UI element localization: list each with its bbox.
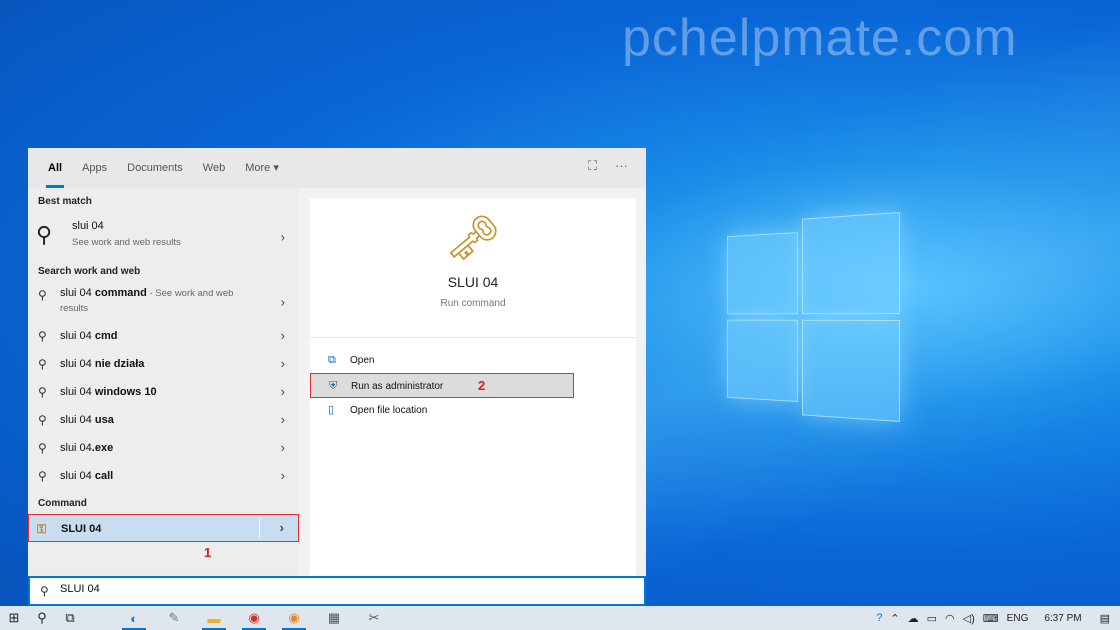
keyboard-icon[interactable]: ⌨ [983, 612, 999, 625]
chevron-right-icon[interactable]: › [281, 350, 285, 378]
chrome-icon[interactable]: ◉ [234, 606, 274, 630]
chrome-canary-icon[interactable]: ◉ [274, 606, 314, 630]
chevron-right-icon[interactable]: › [281, 406, 285, 434]
chevron-right-icon[interactable]: › [281, 462, 285, 490]
search-icon: ⚲ [38, 288, 47, 302]
search-icon: ⚲ [38, 329, 47, 343]
language-indicator[interactable]: ENG [1007, 613, 1029, 624]
app-subtitle: Run command [440, 298, 506, 309]
task-view-icon[interactable]: ⧉ [56, 606, 84, 630]
list-item[interactable]: ⚲ slui 04.exe › [28, 434, 299, 462]
more-options-icon[interactable]: ··· [615, 158, 628, 174]
search-icon: ⚲ [38, 357, 47, 371]
search-icon: ⚲ [38, 441, 47, 455]
start-search-panel: All Apps Documents Web More ▾ ⛶ ··· Best… [28, 148, 646, 576]
preview-pane: 🗝 SLUI 04 Run command ⧉ Open ⛨ Run as ad… [310, 198, 636, 576]
section-command: Command [38, 498, 87, 509]
volume-icon[interactable]: ◁) [963, 612, 975, 625]
chevron-right-icon[interactable]: › [280, 514, 284, 542]
app-preview: 🗝 SLUI 04 Run command [310, 198, 636, 338]
chevron-right-icon[interactable]: › [281, 230, 285, 245]
taskbar: ⊞ ⚲ ⧉ ◐ ✎ ▬ ◉ ◉ ▦ ✂ ? ⌃ ☁ ▭ ◠ ◁) ⌨ ENG 6… [0, 606, 1120, 630]
section-best-match: Best match [38, 196, 92, 207]
tab-web[interactable]: Web [193, 148, 235, 188]
tab-apps[interactable]: Apps [72, 148, 117, 188]
help-icon[interactable]: ? [876, 612, 882, 624]
calculator-icon[interactable]: ▦ [314, 606, 354, 630]
search-icon: ⚲ [38, 413, 47, 427]
search-icon: ⚲ [36, 222, 53, 247]
results-list: Best match ⚲ slui 04 See work and web re… [28, 188, 299, 576]
list-item[interactable]: ⚲ slui 04 cmd › [28, 322, 299, 350]
start-button[interactable]: ⊞ [0, 606, 28, 630]
key-icon: ⚿ [37, 522, 47, 536]
step-badge-1: 1 [204, 545, 212, 560]
search-icon[interactable]: ⚲ [28, 606, 56, 630]
wifi-icon[interactable]: ◠ [945, 612, 955, 625]
clock[interactable]: 6:37 PM [1044, 613, 1081, 624]
tab-more[interactable]: More ▾ [235, 148, 289, 188]
best-match-subtitle: See work and web results [72, 237, 181, 248]
best-match-title: slui 04 [72, 220, 104, 232]
search-icon: ⚲ [40, 584, 49, 598]
section-search-web: Search work and web [38, 266, 141, 277]
watermark-text: pchelpmate.com [622, 9, 1018, 67]
keys-icon: 🗝 [445, 214, 501, 263]
chevron-up-icon[interactable]: ⌃ [890, 612, 899, 625]
search-tabs: All Apps Documents Web More ▾ ⛶ ··· [28, 148, 646, 188]
list-item[interactable]: ⚲ slui 04 nie działa › [28, 350, 299, 378]
windows-logo [726, 212, 900, 422]
shield-icon: ⛨ [329, 380, 338, 392]
search-bar: ⚲ [28, 576, 646, 606]
command-result-slui[interactable]: ⚿ SLUI 04 › [28, 514, 299, 542]
best-match-item[interactable]: ⚲ slui 04 See work and web results › [28, 212, 299, 262]
chevron-right-icon[interactable]: › [281, 322, 285, 350]
list-item[interactable]: ⚲ slui 04 windows 10 › [28, 378, 299, 406]
tab-all[interactable]: All [38, 148, 72, 188]
onedrive-icon[interactable]: ☁ [908, 612, 919, 625]
feedback-icon[interactable]: ⛶ [588, 158, 597, 174]
action-run-as-administrator[interactable]: ⛨ Run as administrator [310, 373, 574, 398]
chevron-right-icon[interactable]: › [281, 434, 285, 462]
battery-icon[interactable]: ▭ [927, 612, 937, 625]
search-icon: ⚲ [38, 385, 47, 399]
chevron-right-icon[interactable]: › [281, 295, 285, 310]
list-item[interactable]: ⚲ slui 04 command - See work and web res… [28, 282, 299, 322]
app-title: SLUI 04 [447, 274, 499, 290]
search-icon: ⚲ [38, 469, 47, 483]
snipping-tool-icon[interactable]: ✂ [354, 606, 394, 630]
chevron-right-icon[interactable]: › [281, 378, 285, 406]
list-item[interactable]: ⚲ slui 04 usa › [28, 406, 299, 434]
action-open-file-location[interactable]: ▯ Open file location [310, 398, 636, 423]
paint-icon[interactable]: ✎ [154, 606, 194, 630]
search-input[interactable] [60, 583, 620, 595]
action-open[interactable]: ⧉ Open [310, 348, 636, 373]
list-item[interactable]: ⚲ slui 04 call › [28, 462, 299, 490]
file-explorer-icon[interactable]: ▬ [194, 606, 234, 630]
open-icon: ⧉ [328, 354, 336, 366]
action-list: ⧉ Open ⛨ Run as administrator ▯ Open fil… [310, 338, 636, 423]
tab-documents[interactable]: Documents [117, 148, 193, 188]
notifications-icon[interactable]: ▤ [1100, 612, 1110, 625]
edge-icon[interactable]: ◐ [114, 606, 154, 630]
folder-icon: ▯ [328, 404, 335, 416]
step-badge-2: 2 [478, 378, 486, 393]
system-tray: ? ⌃ ☁ ▭ ◠ ◁) ⌨ ENG 6:37 PM ▤ [876, 606, 1120, 630]
